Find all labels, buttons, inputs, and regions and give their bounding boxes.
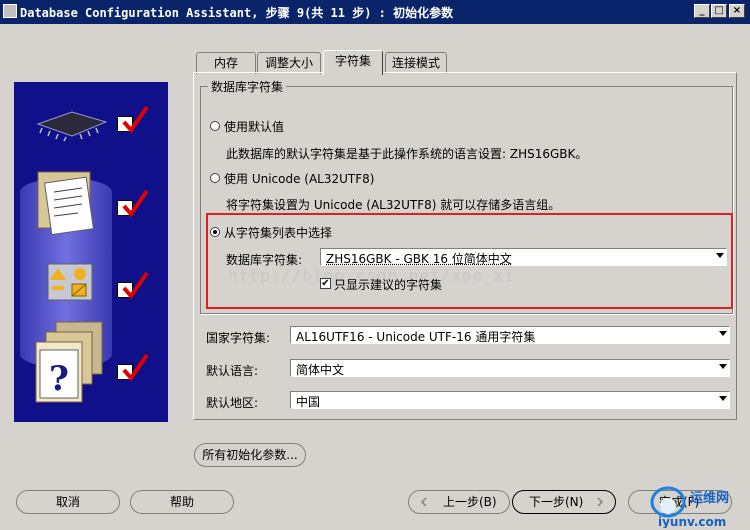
show-recommended-checkbox[interactable]: ✔ <box>320 278 331 289</box>
use-default-radio[interactable] <box>210 121 220 131</box>
site-logo: 运维网 iyunv.com <box>650 486 729 528</box>
help-folders-icon: ? <box>35 321 103 403</box>
chevron-down-icon <box>719 331 727 336</box>
database-charset-group-title: 数据库字符集 <box>208 78 287 95</box>
red-check-mark-icon <box>122 271 149 300</box>
use-unicode-description: 将字符集设置为 Unicode (AL32UTF8) 就可以存储多语言组。 <box>226 198 561 212</box>
back-button[interactable]: 上一步(B) <box>408 490 510 514</box>
show-recommended-label: 只显示建议的字符集 <box>334 278 443 292</box>
national-charset-select[interactable]: AL16UTF16 - Unicode UTF-16 通用字符集 <box>290 326 730 344</box>
close-button[interactable]: × <box>729 4 745 18</box>
default-territory-value: 中国 <box>296 395 321 409</box>
default-language-select[interactable]: 简体中文 <box>290 359 730 377</box>
minimize-button[interactable]: _ <box>694 4 710 18</box>
title-bar: Database Configuration Assistant, 步骤 9(共… <box>0 0 750 24</box>
tab-character-sets[interactable]: 字符集 <box>323 50 383 75</box>
help-button[interactable]: 帮助 <box>130 490 234 514</box>
documents-folder-icon <box>37 171 94 236</box>
cancel-button[interactable]: 取消 <box>16 490 120 514</box>
chevron-down-icon <box>719 396 727 401</box>
database-charset-select[interactable]: ZHS16GBK - GBK 16 位简体中文 <box>320 248 727 266</box>
wizard-illustration-panel: ? <box>14 82 168 422</box>
national-charset-value: AL16UTF16 - Unicode UTF-16 通用字符集 <box>296 330 536 344</box>
shapes-icon <box>47 263 93 301</box>
use-default-label: 使用默认值 <box>224 120 285 134</box>
default-language-value: 简体中文 <box>296 363 345 377</box>
red-check-mark-icon <box>122 105 149 134</box>
all-init-params-button[interactable]: 所有初始化参数... <box>194 443 306 467</box>
site-logo-url: iyunv.com <box>658 515 726 528</box>
window-title: Database Configuration Assistant, 步骤 9(共… <box>20 6 454 20</box>
red-check-mark-icon <box>122 353 149 382</box>
chevron-down-icon <box>719 364 727 369</box>
back-button-label: 上一步(B) <box>443 495 497 509</box>
database-charset-value: ZHS16GBK - GBK 16 位简体中文 <box>326 252 512 266</box>
chevron-right-icon <box>597 497 604 507</box>
default-territory-label: 默认地区: <box>206 396 259 410</box>
memory-chip-icon <box>36 111 108 142</box>
use-default-description: 此数据库的默认字符集是基于此操作系统的语言设置: ZHS16GBK。 <box>226 147 588 161</box>
tab-connection-mode[interactable]: 连接模式 <box>385 52 447 74</box>
default-language-label: 默认语言: <box>206 364 259 378</box>
next-button[interactable]: 下一步(N) <box>512 490 616 514</box>
use-unicode-label: 使用 Unicode (AL32UTF8) <box>224 172 375 186</box>
choose-from-list-radio[interactable] <box>210 227 220 237</box>
site-logo-name: 运维网 <box>690 490 729 506</box>
red-check-mark-icon <box>122 189 149 218</box>
app-icon <box>3 4 17 18</box>
use-unicode-radio[interactable] <box>210 173 220 183</box>
svg-text:?: ? <box>49 359 69 399</box>
choose-from-list-label: 从字符集列表中选择 <box>224 226 333 240</box>
maximize-button[interactable]: □ <box>711 4 727 18</box>
default-territory-select[interactable]: 中国 <box>290 391 730 409</box>
tab-sizing[interactable]: 调整大小 <box>257 52 321 74</box>
chevron-down-icon <box>716 253 724 258</box>
tab-memory[interactable]: 内存 <box>196 52 256 74</box>
next-button-label: 下一步(N) <box>529 495 584 509</box>
chevron-left-icon <box>420 497 427 507</box>
national-charset-label: 国家字符集: <box>206 331 271 345</box>
